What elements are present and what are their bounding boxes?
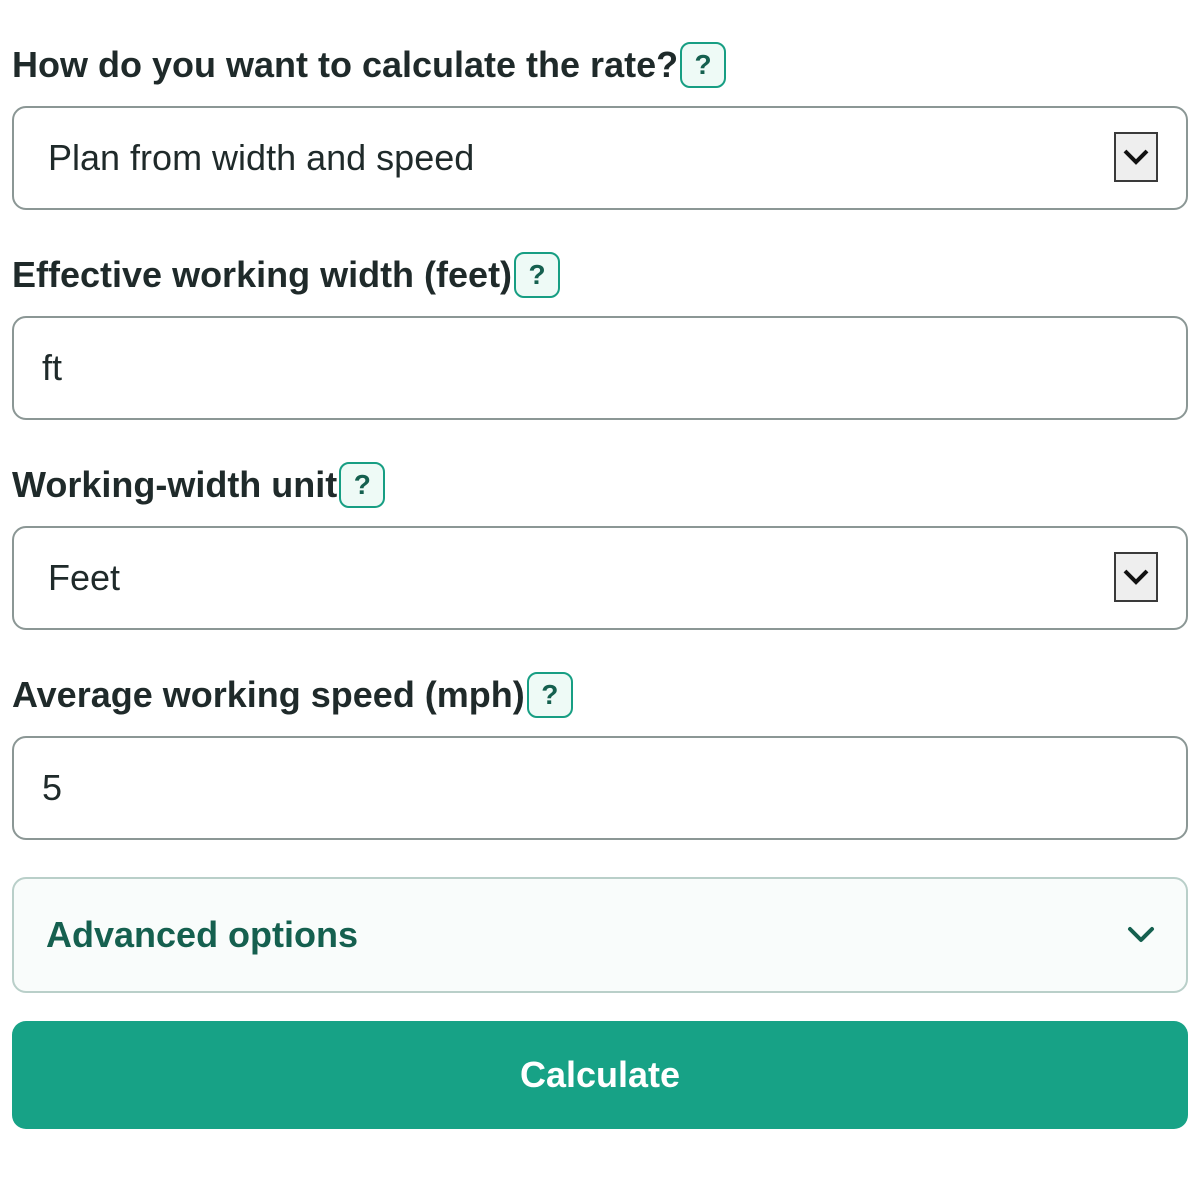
width-unit-select-value: Feet <box>48 557 121 598</box>
method-select-chevron-down-icon[interactable] <box>1114 132 1158 182</box>
method-select[interactable]: Plan from width and speed <box>12 106 1188 210</box>
width-unit-label: Working-width unit <box>12 464 338 505</box>
width-label-row: Effective working width (feet) ? <box>12 250 561 300</box>
speed-help-button[interactable]: ? <box>526 672 573 718</box>
chevron-down-icon <box>1123 569 1149 585</box>
advanced-options-label: Advanced options <box>46 914 359 955</box>
method-select-value: Plan from width and speed <box>48 137 475 178</box>
speed-input-value: 5 <box>42 767 63 808</box>
speed-label: Average working speed (mph) <box>12 674 525 715</box>
chevron-down-icon <box>1123 149 1149 165</box>
speed-label-row: Average working speed (mph) ? <box>12 670 573 720</box>
width-unit-help-button[interactable]: ? <box>339 462 386 508</box>
method-label-row: How do you want to calculate the rate? ? <box>12 40 727 90</box>
advanced-options-toggle[interactable]: Advanced options <box>12 877 1188 993</box>
width-input[interactable]: ft <box>12 316 1188 420</box>
method-label: How do you want to calculate the rate? <box>12 44 679 85</box>
speed-input[interactable]: 5 <box>12 736 1188 840</box>
method-help-button[interactable]: ? <box>680 42 727 88</box>
width-help-button[interactable]: ? <box>514 252 561 298</box>
width-unit-select-chevron-down-icon[interactable] <box>1114 552 1158 602</box>
width-unit-select[interactable]: Feet <box>12 526 1188 630</box>
width-label: Effective working width (feet) <box>12 254 513 295</box>
width-input-value: ft <box>42 347 63 388</box>
chevron-down-icon <box>1128 927 1154 942</box>
width-unit-label-row: Working-width unit ? <box>12 460 386 510</box>
calculate-button[interactable]: Calculate <box>12 1021 1188 1129</box>
